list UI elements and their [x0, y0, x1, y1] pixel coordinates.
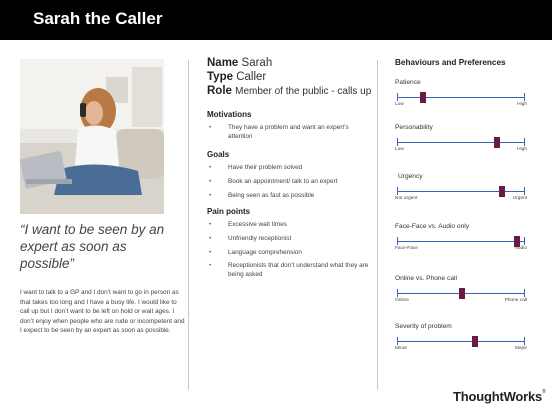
slider-low-label: Minor — [395, 346, 407, 351]
logo-mark: ® — [542, 389, 546, 395]
slider-high-label: High — [517, 147, 527, 152]
page-title: Sarah the Caller — [33, 9, 163, 28]
slider-track — [397, 97, 525, 98]
slider-personability: Personability Low High — [395, 124, 527, 164]
list-item: • Excessive wait times — [209, 221, 287, 228]
slider-tick-high — [524, 93, 525, 101]
slider-label: Online vs. Phone call — [395, 275, 457, 282]
persona-photo — [20, 59, 164, 214]
list-item: • Have their problem solved — [209, 164, 303, 171]
role-field: Role Member of the public - calls up — [207, 85, 371, 98]
thoughtworks-logo: ThoughtWorks® — [453, 389, 546, 404]
slider-label: Severity of problem — [395, 323, 452, 330]
slider-low-label: Low — [395, 102, 404, 107]
list-item: • They have a problem and want an expert’… — [209, 124, 349, 140]
slider-severity: Severity of problem Minor Major — [395, 323, 527, 363]
slider-high-label: High — [517, 102, 527, 107]
motivations-list: • They have a problem and want an expert’… — [207, 124, 372, 147]
type-value: Caller — [236, 71, 267, 83]
role-label: Role — [207, 85, 232, 97]
pain-points-heading: Pain points — [207, 207, 251, 216]
goals-list: • Have their problem solved • Book an appo… — [207, 164, 372, 205]
slider-low-label: Low — [395, 147, 404, 152]
goals-heading: Goals — [207, 150, 230, 159]
slider-low-label: Online — [395, 298, 409, 303]
slider-high-label: Major — [515, 346, 527, 351]
slider-marker — [472, 336, 479, 347]
slider-tick-high — [524, 289, 525, 297]
slider-low-label: Face-Face — [395, 246, 418, 251]
list-item: • Receptionists that don’t understand wha… — [209, 262, 369, 279]
slider-track — [397, 241, 525, 242]
title-bar: Sarah the Caller — [0, 0, 552, 40]
persona-slide: Sarah the Caller “I want to be seen by a… — [0, 0, 552, 414]
slider-tick-high — [524, 187, 525, 195]
slider-label: Urgency — [398, 173, 423, 180]
slider-label: Personability — [395, 124, 433, 131]
slider-tick-high — [524, 138, 525, 146]
slider-marker — [493, 137, 500, 148]
slider-urgency: Urgency Not urgent Urgent — [395, 173, 527, 213]
slider-marker — [419, 92, 426, 103]
behaviours-heading: Behaviours and Preferences — [395, 58, 506, 67]
slider-track — [397, 142, 525, 143]
logo-text: ThoughtWorks — [453, 389, 543, 404]
name-field: Name Sarah — [207, 57, 272, 70]
list-item: • Language comprehension — [209, 248, 302, 256]
slider-label: Patience — [395, 79, 421, 86]
slider-high-label: Audio — [514, 246, 527, 251]
motivations-heading: Motivations — [207, 110, 252, 119]
slider-marker — [498, 186, 505, 197]
type-field: Type Caller — [207, 71, 266, 84]
slider-patience: Patience Low High — [395, 79, 527, 119]
list-item: • Unfriendly receptionist — [209, 234, 292, 242]
role-value: Member of the public - calls up — [235, 86, 372, 97]
persona-photo-image — [20, 59, 164, 214]
slider-high-label: Urgent — [512, 196, 527, 201]
slider-high-label: Phone call — [504, 298, 527, 303]
type-label: Type — [207, 71, 233, 83]
persona-bio: I want to talk to a GP and I don’t want … — [20, 289, 185, 335]
slider-track — [397, 191, 525, 192]
slider-marker — [459, 288, 466, 299]
slider-face-face-vs-audio: Face-Face vs. Audio only Face-Face Audio — [395, 223, 527, 263]
name-label: Name — [207, 57, 239, 69]
divider-left — [188, 60, 189, 390]
name-value: Sarah — [241, 57, 273, 69]
slider-track — [397, 341, 525, 342]
list-item: • Being seen as fast as possible — [209, 191, 315, 199]
slider-tick-high — [524, 237, 525, 245]
slider-label: Face-Face vs. Audio only — [395, 223, 470, 230]
slider-tick-high — [524, 337, 525, 345]
persona-quote: “I want to be seen by an expert as soon … — [20, 222, 165, 271]
divider-right — [377, 60, 378, 390]
slider-online-vs-phone: Online vs. Phone call Online Phone call — [395, 275, 527, 315]
pain-points-list: • Excessive wait times • Unfriendly recept… — [207, 221, 372, 285]
list-item: • Book an appointment/ talk to an expert — [209, 177, 338, 185]
slider-low-label: Not urgent — [395, 196, 418, 201]
